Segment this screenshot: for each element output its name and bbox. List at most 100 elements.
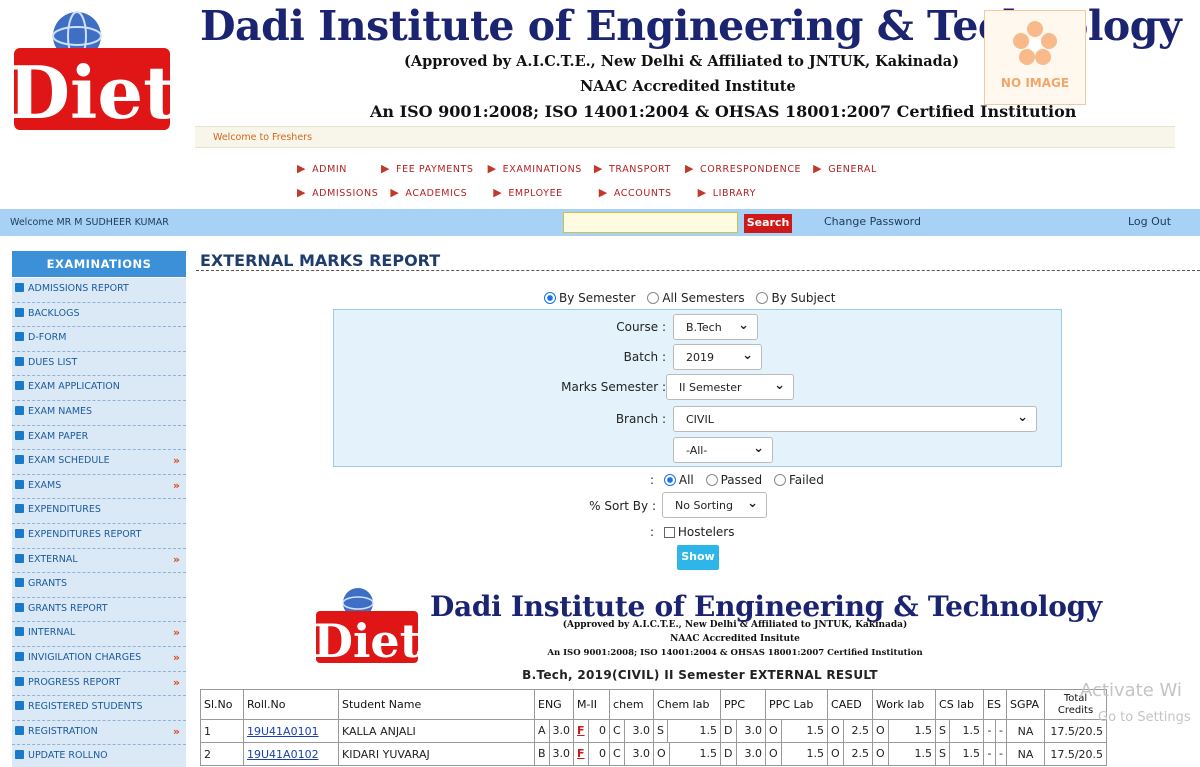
menu-item-employee[interactable]: ▶ EMPLOYEE (493, 186, 563, 199)
report-institute-title: Dadi Institute of Engineering & Technolo… (430, 590, 1102, 623)
grade-credit-pair: C 3.0 (610, 720, 653, 742)
grade-value: - (984, 720, 997, 742)
folder-icon (15, 725, 24, 735)
folder-icon (15, 430, 24, 440)
welcome-user: Welcome MR M SUDHEER KUMAR (10, 217, 169, 228)
credit-value: 1.5 (962, 724, 981, 737)
double-chevron-right-icon: » (172, 454, 180, 468)
change-password-link[interactable]: Change Password (824, 215, 921, 228)
column-header: CS lab (935, 689, 985, 720)
sort-select[interactable]: No Sorting ⌄ (662, 492, 767, 518)
radio-all-semesters[interactable]: All Semesters (647, 291, 745, 305)
sidebar-item-external[interactable]: EXTERNAL» (12, 548, 186, 574)
menu-item-admissions[interactable]: ▶ ADMISSIONS (297, 186, 378, 199)
menu-item-library[interactable]: ▶ LIBRARY (698, 186, 756, 199)
menu-item-academics[interactable]: ▶ ACADEMICS (390, 186, 467, 199)
folder-icon (15, 307, 24, 317)
sidebar-item-admissions-report[interactable]: ADMISSIONS REPORT (12, 278, 186, 303)
subject-cell: C 3.0 (609, 742, 655, 766)
grade-value: B (535, 743, 550, 765)
radio-failed[interactable]: Failed (773, 473, 824, 487)
radio-selected-icon (544, 292, 556, 304)
sidebar-item-backlogs[interactable]: BACKLOGS (12, 302, 186, 328)
subject-cell: S 1.5 (935, 742, 985, 766)
course-label: Course : (616, 320, 666, 334)
show-button[interactable]: Show (677, 545, 719, 570)
roll-no-link[interactable]: 19U41A0101 (247, 725, 319, 738)
page-title: EXTERNAL MARKS REPORT (200, 251, 441, 270)
radio-passed[interactable]: Passed (705, 473, 762, 487)
sidebar-item-progress-report[interactable]: PROGRESS REPORT» (12, 671, 186, 697)
sidebar-item-update-rollno[interactable]: UPDATE ROLLNO (12, 745, 186, 767)
section-select[interactable]: -All- ⌄ (673, 437, 773, 463)
grade-value: C (610, 720, 625, 742)
radio-all[interactable]: All (663, 473, 694, 487)
approval-line: (Approved by A.I.C.T.E., New Delhi & Aff… (404, 53, 960, 70)
folder-icon (15, 381, 24, 391)
semester-select[interactable]: II Semester ⌄ (666, 374, 794, 400)
hostelers-checkbox[interactable]: Hostelers (663, 525, 734, 539)
batch-select[interactable]: 2019 ⌄ (673, 344, 762, 370)
radio-by-subject[interactable]: By Subject (756, 291, 835, 305)
sidebar-item-exam-paper[interactable]: EXAM PAPER (12, 425, 186, 451)
grade-credit-pair: F0 (574, 743, 609, 765)
sidebar-item-exam-names[interactable]: EXAM NAMES (12, 401, 186, 426)
double-chevron-right-icon: » (172, 552, 180, 566)
news-ticker: Welcome to Freshers (195, 126, 1175, 148)
grade-credit-pair: O 1.5 (654, 743, 720, 765)
subject-cell: S 1.5 (935, 719, 985, 743)
sidebar-item-exams[interactable]: EXAMS» (12, 474, 186, 500)
sidebar-item-registered-students[interactable]: REGISTERED STUDENTS (12, 696, 186, 721)
branch-select[interactable]: CIVIL ⌄ (673, 406, 1037, 432)
menu-item-transport[interactable]: ▶ TRANSPORT (594, 162, 671, 175)
menu-item-correspondence[interactable]: ▶ CORRESPONDENCE (684, 162, 801, 175)
grade-value: O (873, 720, 889, 742)
sidebar-item-exam-application[interactable]: EXAM APPLICATION (12, 376, 186, 401)
sidebar-item-grants[interactable]: GRANTS (12, 573, 186, 598)
menu-item-general[interactable]: ▶ GENERAL (813, 162, 877, 175)
menu-item-accounts[interactable]: ▶ ACCOUNTS (599, 186, 672, 199)
sidebar-item-expenditures-report[interactable]: EXPENDITURES REPORT (12, 524, 186, 549)
sidebar-item-exam-schedule[interactable]: EXAM SCHEDULE» (12, 450, 186, 475)
column-header: CAED (827, 689, 874, 720)
grade-credit-pair: C 3.0 (610, 743, 653, 765)
sidebar-item-invigilation-charges[interactable]: INVIGILATION CHARGES» (12, 647, 186, 672)
sidebar-item-registration[interactable]: REGISTRATION» (12, 720, 186, 746)
search-button[interactable]: Search (744, 214, 792, 233)
grade-credit-pair: O 2.5 (828, 720, 872, 742)
sidebar-item-expenditures[interactable]: EXPENDITURES (12, 499, 186, 524)
subject-cell: O 1.5 (653, 742, 722, 766)
sl-no-cell: 2 (200, 742, 244, 766)
arrow-right-icon: ▶ (813, 162, 823, 175)
menu-item-fee-payments[interactable]: ▶ FEE PAYMENTS (381, 162, 474, 175)
results-table: Sl.No Roll.No Student Name ENG M-II chem Chem … (200, 689, 1108, 766)
column-header: ES (983, 689, 1008, 720)
sgpa-cell: NA (1006, 719, 1046, 743)
main-menu-row-1: ▶ ADMIN ▶ FEE PAYMENTS ▶ EXAMINATIONS ▶ TRANSPO… (297, 162, 877, 175)
logout-link[interactable]: Log Out (1128, 215, 1171, 228)
roll-no-link[interactable]: 19U41A0102 (247, 748, 319, 761)
sidebar-item-grants-report[interactable]: GRANTS REPORT (12, 597, 186, 623)
mode-radio-group: By Semester All Semesters By Subject (544, 291, 835, 305)
credit-value: 3.0 (632, 724, 651, 737)
radio-icon (705, 474, 718, 486)
arrow-right-icon: ▶ (684, 162, 695, 175)
menu-item-admin[interactable]: ▶ ADMIN (297, 162, 347, 175)
sidebar-item-internal[interactable]: INTERNAL» (12, 622, 186, 647)
sidebar-item-d-form[interactable]: D-FORM (12, 327, 186, 352)
course-select[interactable]: B.Tech ⌄ (673, 314, 758, 340)
grade-value: O (873, 743, 889, 765)
credit-value: 3.0 (552, 747, 571, 760)
grade-value: O (828, 743, 844, 765)
folder-icon (15, 602, 24, 612)
grade-credit-pair: O 1.5 (766, 720, 827, 742)
menu-item-examinations[interactable]: ▶ EXAMINATIONS (488, 162, 582, 175)
roll-no-cell: 19U41A0102 (243, 742, 339, 766)
sidebar-item-dues-list[interactable]: DUES LIST (12, 351, 186, 377)
radio-icon (773, 474, 786, 486)
credit-value: 1.5 (806, 747, 825, 760)
no-image-label: NO IMAGE (1000, 76, 1070, 90)
subject-cell: C 3.0 (609, 719, 655, 743)
search-input[interactable] (563, 212, 738, 233)
radio-by-semester[interactable]: By Semester (544, 291, 636, 305)
